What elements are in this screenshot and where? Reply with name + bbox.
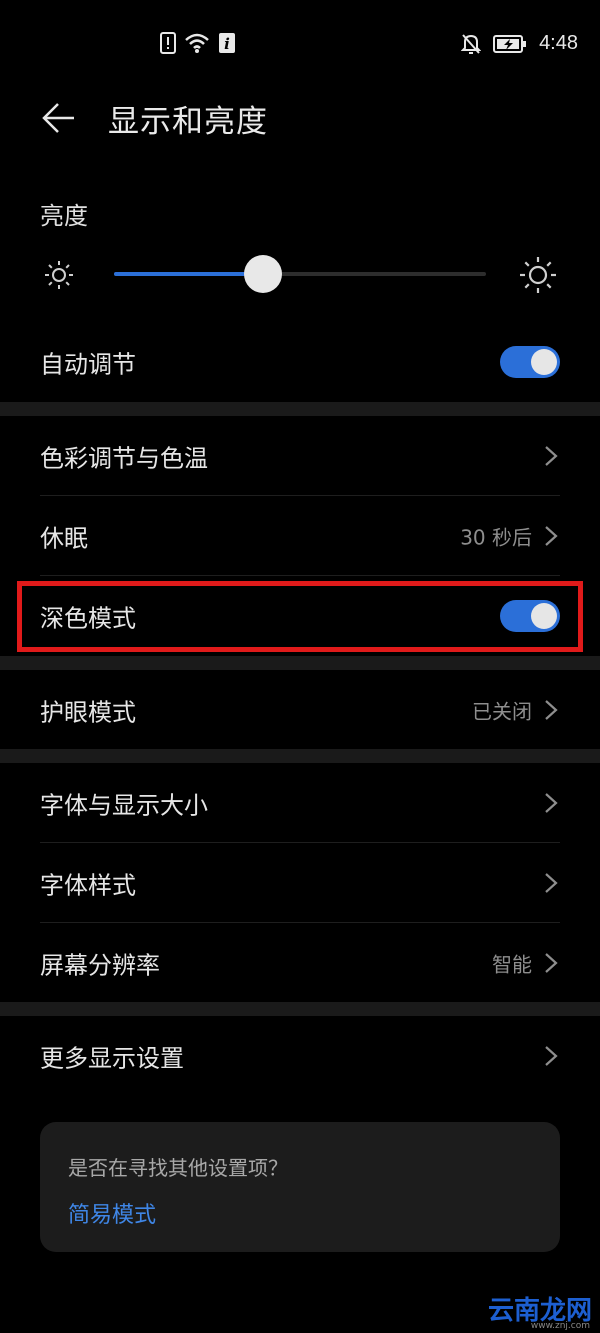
- info-icon: i: [219, 33, 235, 53]
- simple-mode-link[interactable]: 简易模式: [68, 1197, 156, 1229]
- status-bar: i 4:48: [0, 0, 600, 90]
- sleep-row[interactable]: 休眠 30 秒后: [40, 496, 560, 576]
- sleep-value: 30 秒后: [460, 525, 532, 550]
- section-separator: [0, 1002, 600, 1016]
- eye-comfort-value: 已关闭: [472, 699, 532, 724]
- status-time: 4:48: [539, 32, 578, 54]
- auto-adjust-toggle[interactable]: [500, 346, 560, 378]
- chevron-right-icon: [545, 526, 558, 546]
- status-icons-right: 4:48: [461, 32, 578, 55]
- chevron-right-icon: [545, 1046, 558, 1066]
- suggestion-question: 是否在寻找其他设置项？: [68, 1156, 288, 1180]
- chevron-right-icon: [545, 446, 558, 466]
- brightness-label: 亮度: [40, 202, 88, 230]
- color-temp-row[interactable]: 色彩调节与色温: [40, 416, 560, 496]
- page-title: 显示和亮度: [108, 104, 268, 140]
- chevron-right-icon: [545, 793, 558, 813]
- sim-alert-icon: [160, 32, 176, 54]
- toggle-knob: [531, 349, 557, 375]
- brightness-slider-row: [0, 245, 600, 305]
- brightness-slider-thumb[interactable]: [243, 255, 282, 293]
- eye-comfort-row[interactable]: 护眼模式 已关闭: [40, 670, 560, 750]
- chevron-right-icon: [545, 700, 558, 720]
- section-separator: [0, 749, 600, 763]
- font-style-row[interactable]: 字体样式: [40, 843, 560, 923]
- font-style-label: 字体样式: [40, 871, 136, 900]
- font-size-label: 字体与显示大小: [40, 791, 208, 820]
- status-icons-center: i: [160, 32, 236, 54]
- auto-adjust-label: 自动调节: [40, 350, 136, 379]
- auto-adjust-row[interactable]: 自动调节: [40, 322, 560, 402]
- bell-off-icon: [461, 33, 482, 54]
- more-display-label: 更多显示设置: [40, 1044, 184, 1073]
- sleep-label: 休眠: [40, 524, 88, 553]
- sun-bright-icon: [520, 257, 556, 293]
- brightness-slider-fill: [114, 272, 263, 276]
- section-separator: [0, 402, 600, 416]
- app-header: 显示和亮度: [0, 90, 600, 150]
- brightness-slider[interactable]: [114, 255, 486, 293]
- font-size-row[interactable]: 字体与显示大小: [40, 763, 560, 843]
- wifi-icon: [185, 33, 209, 53]
- resolution-value: 智能: [492, 952, 532, 977]
- resolution-row[interactable]: 屏幕分辨率 智能: [40, 923, 560, 1003]
- highlight-box: [17, 581, 583, 652]
- color-temp-label: 色彩调节与色温: [40, 444, 208, 473]
- section-separator: [0, 656, 600, 670]
- suggestion-card: 是否在寻找其他设置项？ 简易模式: [40, 1122, 560, 1252]
- more-display-row[interactable]: 更多显示设置: [40, 1016, 560, 1096]
- eye-comfort-label: 护眼模式: [40, 698, 136, 727]
- resolution-label: 屏幕分辨率: [40, 951, 160, 980]
- sun-dim-icon: [45, 261, 73, 289]
- battery-charging-icon: [493, 34, 527, 53]
- chevron-right-icon: [545, 953, 558, 973]
- chevron-right-icon: [545, 873, 558, 893]
- svg-text:i: i: [224, 35, 230, 53]
- watermark-site: www.znj.com: [530, 1321, 590, 1331]
- arrow-left-icon[interactable]: [38, 98, 78, 138]
